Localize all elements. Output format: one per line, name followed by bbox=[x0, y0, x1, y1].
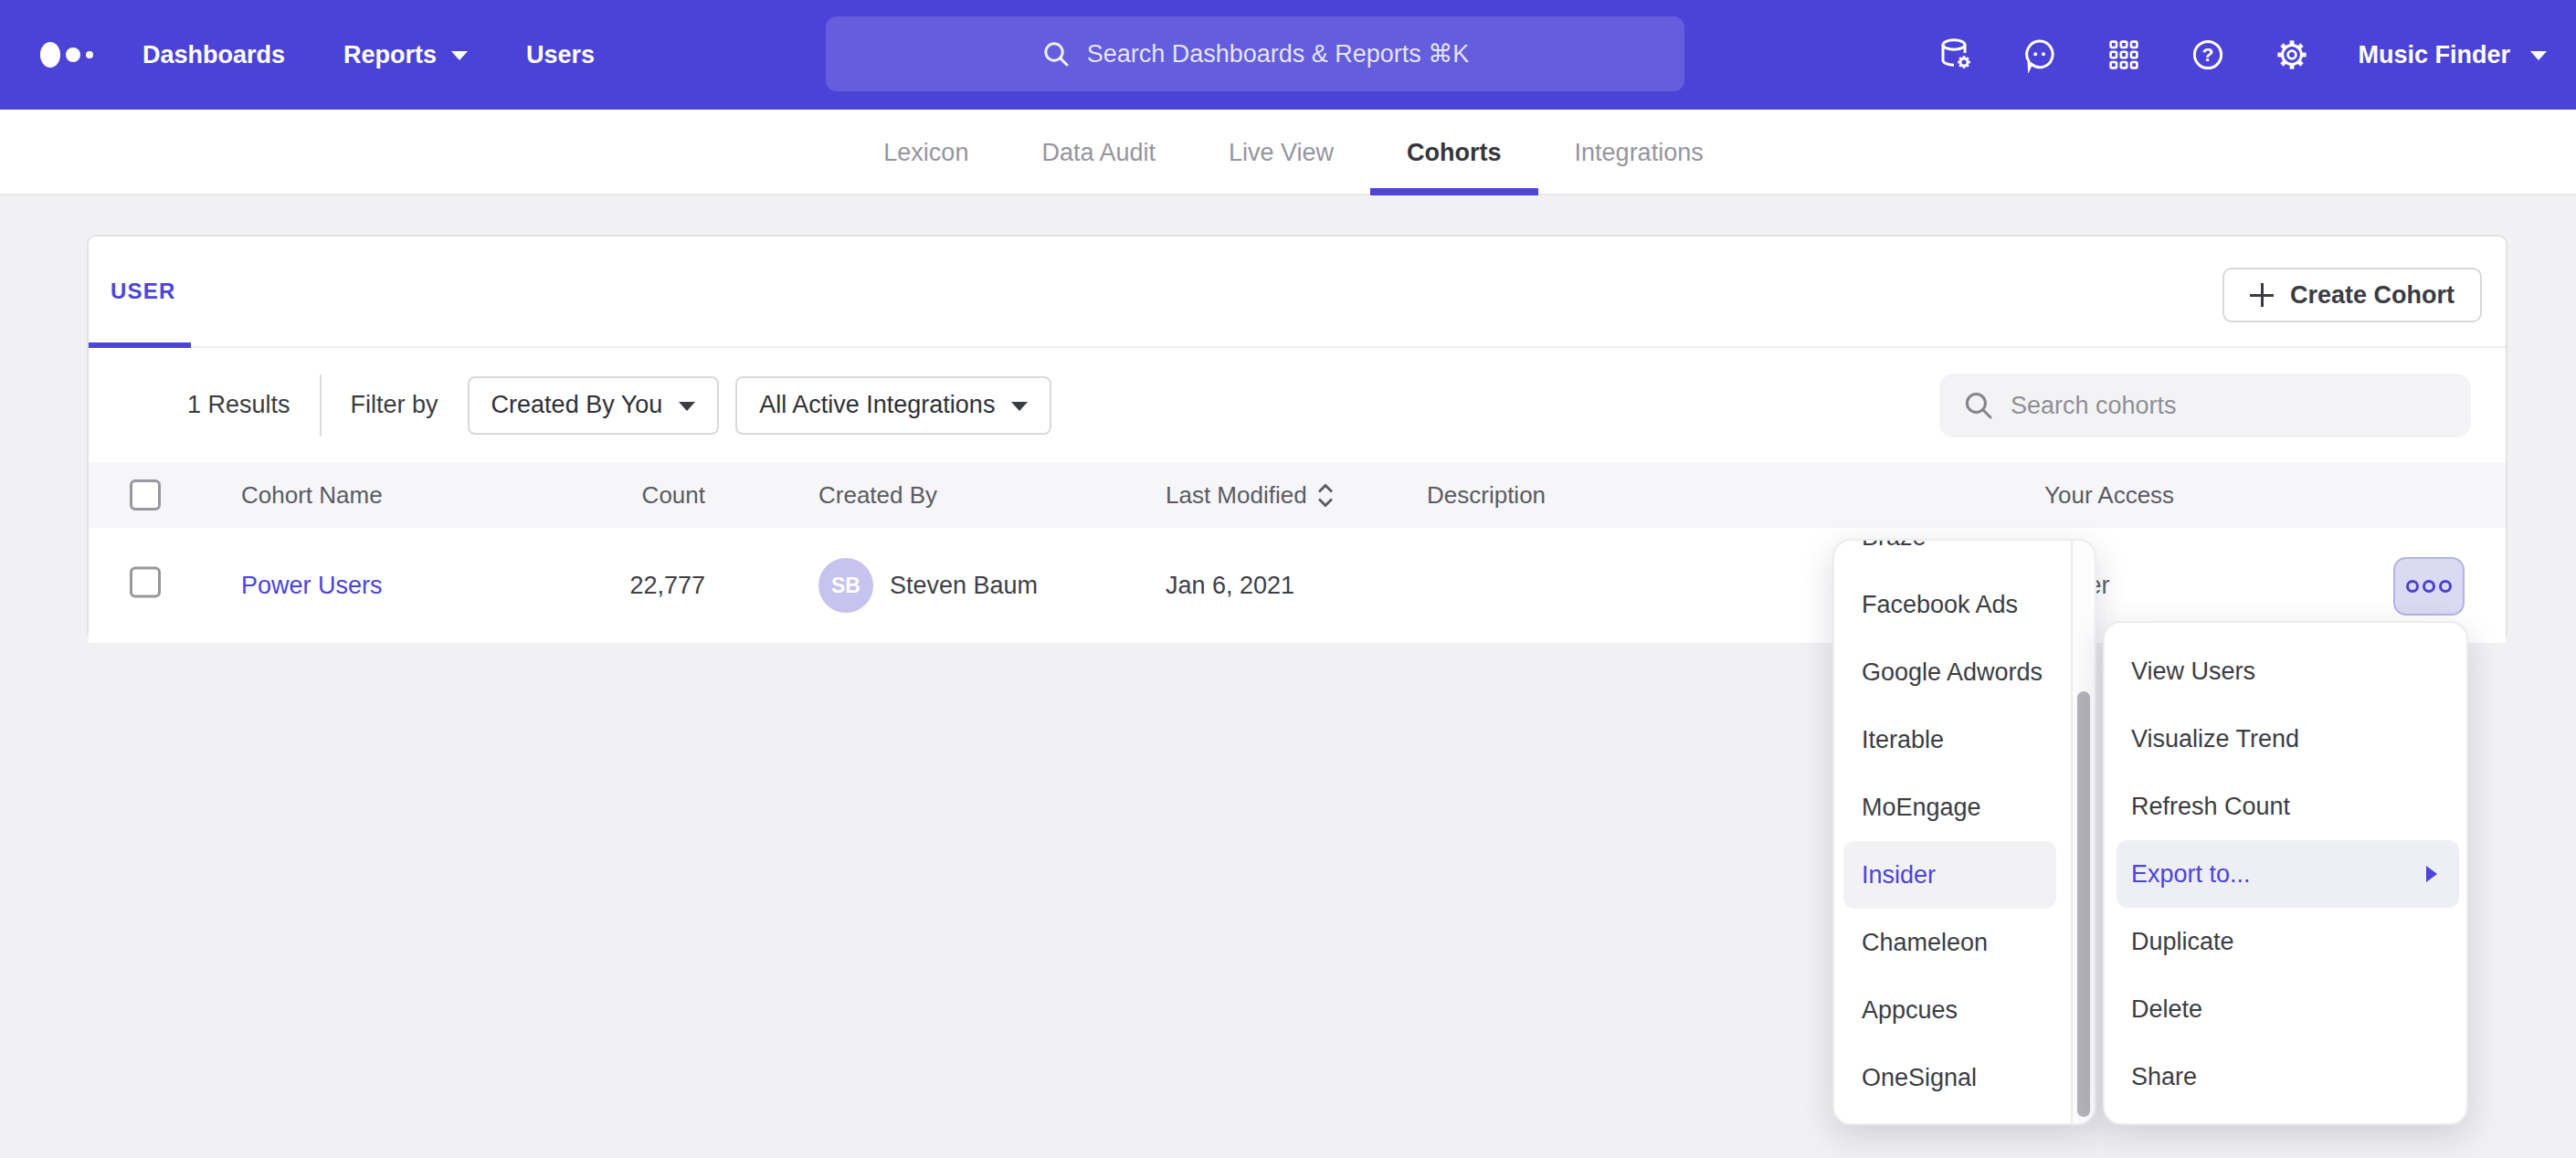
submenu-arrow-icon bbox=[2426, 866, 2437, 882]
cohort-count: 22,777 bbox=[523, 572, 705, 600]
menu-item-moengage[interactable]: MoEngage bbox=[1834, 774, 2095, 841]
filter-integrations-dropdown[interactable]: All Active Integrations bbox=[735, 376, 1051, 435]
select-all-checkbox[interactable] bbox=[130, 479, 161, 511]
mixpanel-logo-icon[interactable] bbox=[40, 42, 93, 68]
results-count: 1 Results bbox=[187, 391, 290, 419]
chevron-down-icon bbox=[451, 51, 468, 60]
data-management-icon[interactable] bbox=[1937, 37, 1974, 73]
column-header-your-access[interactable]: Your Access bbox=[2044, 481, 2174, 510]
menu-item-iterable[interactable]: Iterable bbox=[1834, 706, 2095, 774]
plus-icon bbox=[2250, 283, 2274, 307]
filter-by-label: Filter by bbox=[351, 391, 438, 419]
row-actions-menu: View Users Visualize Trend Refresh Count… bbox=[2103, 621, 2468, 1125]
feedback-icon[interactable] bbox=[2022, 37, 2058, 73]
menu-item-facebook-ads[interactable]: Facebook Ads bbox=[1834, 571, 2095, 638]
create-cohort-button[interactable]: Create Cohort bbox=[2222, 268, 2482, 322]
tab-live-view[interactable]: Live View bbox=[1192, 110, 1370, 195]
export-targets-menu: Braze Facebook Ads Google Adwords Iterab… bbox=[1832, 539, 2096, 1125]
card-header: USER Create Cohort bbox=[89, 237, 2506, 348]
tab-integrations[interactable]: Integrations bbox=[1538, 110, 1740, 195]
menu-item-chameleon[interactable]: Chameleon bbox=[1834, 909, 2095, 976]
filter-created-by-dropdown[interactable]: Created By You bbox=[468, 376, 720, 435]
avatar: SB bbox=[818, 558, 873, 613]
last-modified-date: Jan 6, 2021 bbox=[1166, 572, 1294, 600]
search-cohorts-input[interactable]: Search cohorts bbox=[1939, 374, 2471, 437]
menu-item-insider[interactable]: Insider bbox=[1843, 841, 2056, 909]
apps-grid-icon[interactable] bbox=[2106, 37, 2142, 73]
menu-item-duplicate[interactable]: Duplicate bbox=[2105, 908, 2466, 975]
nav-users[interactable]: Users bbox=[497, 0, 624, 110]
svg-text:?: ? bbox=[2202, 44, 2214, 65]
nav-reports[interactable]: Reports bbox=[314, 0, 497, 110]
screen: Dashboards Reports Users Search Dashboar… bbox=[0, 0, 2576, 1158]
project-switcher[interactable]: Music Finder bbox=[2358, 41, 2547, 69]
menu-item-google-adwords[interactable]: Google Adwords bbox=[1834, 638, 2095, 706]
column-header-created-by[interactable]: Created By bbox=[818, 481, 937, 510]
chevron-down-icon bbox=[2530, 51, 2547, 60]
cohorts-card: USER Create Cohort 1 Results Filter by C… bbox=[87, 235, 2507, 641]
cohort-name-link[interactable]: Power Users bbox=[241, 572, 383, 600]
menu-item-onesignal[interactable]: OneSignal bbox=[1834, 1044, 2095, 1111]
menu-item-delete[interactable]: Delete bbox=[2105, 975, 2466, 1043]
tab-data-audit[interactable]: Data Audit bbox=[1005, 110, 1192, 195]
nav-dashboards[interactable]: Dashboards bbox=[113, 0, 314, 110]
filter-row: 1 Results Filter by Created By You All A… bbox=[89, 348, 2506, 462]
search-icon bbox=[1041, 39, 1071, 68]
nav-left: Dashboards Reports Users bbox=[40, 0, 624, 110]
section-tabbar: Lexicon Data Audit Live View Cohorts Int… bbox=[0, 110, 2576, 195]
sort-icon bbox=[1316, 482, 1335, 508]
row-actions-button[interactable] bbox=[2393, 557, 2465, 616]
menu-item-share[interactable]: Share bbox=[2105, 1043, 2466, 1111]
menu-item-view-users[interactable]: View Users bbox=[2105, 637, 2466, 705]
column-header-last-modified[interactable]: Last Modified bbox=[1166, 481, 1335, 510]
divider bbox=[320, 374, 322, 437]
nav-right: ? Music Finder bbox=[1937, 0, 2547, 110]
ellipsis-icon bbox=[2406, 580, 2419, 593]
help-icon[interactable]: ? bbox=[2190, 37, 2226, 73]
scrollbar-thumb[interactable] bbox=[2077, 691, 2090, 1117]
global-search-input[interactable]: Search Dashboards & Reports ⌘K bbox=[826, 16, 1684, 91]
column-header-description[interactable]: Description bbox=[1427, 481, 1546, 510]
tab-lexicon[interactable]: Lexicon bbox=[847, 110, 1005, 195]
table-header: Cohort Name Count Created By Last Modifi… bbox=[89, 462, 2506, 528]
settings-gear-icon[interactable] bbox=[2274, 37, 2310, 73]
search-icon bbox=[1963, 390, 1994, 421]
column-header-count[interactable]: Count bbox=[523, 481, 705, 510]
top-navbar: Dashboards Reports Users Search Dashboar… bbox=[0, 0, 2576, 110]
menu-item-appcues[interactable]: Appcues bbox=[1834, 976, 2095, 1044]
column-header-cohort-name[interactable]: Cohort Name bbox=[241, 481, 383, 510]
menu-item-export-to[interactable]: Export to... bbox=[2117, 840, 2459, 908]
chevron-down-icon bbox=[679, 402, 695, 411]
tab-user[interactable]: USER bbox=[111, 279, 175, 304]
menu-item-visualize-trend[interactable]: Visualize Trend bbox=[2105, 705, 2466, 773]
chevron-down-icon bbox=[1011, 402, 1028, 411]
menu-item-refresh-count[interactable]: Refresh Count bbox=[2105, 773, 2466, 840]
created-by-name: Steven Baum bbox=[890, 572, 1038, 600]
row-checkbox[interactable] bbox=[130, 567, 161, 605]
menu-item-braze[interactable]: Braze bbox=[1834, 539, 2095, 571]
menu-scrollbar[interactable] bbox=[2071, 541, 2095, 1123]
tab-cohorts[interactable]: Cohorts bbox=[1370, 110, 1538, 195]
